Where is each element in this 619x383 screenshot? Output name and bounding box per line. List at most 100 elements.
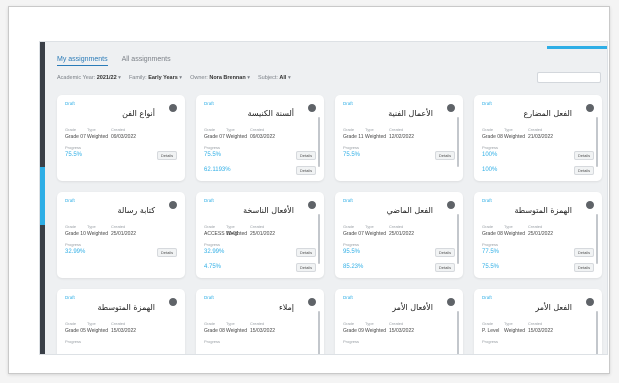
card-type: Weighted (87, 134, 109, 140)
assignment-card[interactable]: Draft كتابة رسالة Grade Type Created Grade 10… (57, 192, 185, 278)
filter-family[interactable]: Family: Early Years ▾ (129, 75, 182, 81)
card-title[interactable]: الهمزة المتوسطة (97, 303, 155, 312)
assignment-card[interactable]: Draft الأفعال الناسخة Grade Type Created ACCE… (196, 192, 324, 278)
card-details-button[interactable]: Details (157, 248, 177, 257)
card-title[interactable]: ألسنة الكنيسة (248, 109, 294, 118)
filter-academic-year[interactable]: Academic Year: 2021/22 ▾ (57, 75, 121, 81)
card-title[interactable]: الفعل المضارع (524, 109, 572, 118)
meta-header: Type (226, 127, 235, 132)
card-details-button[interactable]: Details (296, 248, 316, 257)
assignment-card[interactable]: Draft الفعل المضارع Grade Type Created Grade … (474, 95, 602, 181)
card-scrollbar[interactable] (596, 214, 598, 264)
filter-subject[interactable]: Subject: All ▾ (258, 75, 291, 81)
assignment-card[interactable]: Draft الهمزة المتوسطة Grade Type Created Grad… (474, 192, 602, 278)
card-scrollbar[interactable] (457, 117, 459, 167)
card-title[interactable]: الفعل الماضي (387, 206, 433, 215)
card-details-button[interactable]: Details (574, 166, 594, 175)
card-created: 25/01/2022 (389, 231, 415, 237)
card-menu-icon[interactable] (308, 104, 316, 112)
card-submitted: 4.75% (204, 264, 222, 270)
tab-all-assignments[interactable]: All assignments (122, 56, 171, 66)
card-title[interactable]: الأفعال الناسخة (243, 206, 294, 215)
card-progress: 100% (482, 152, 498, 158)
card-progress: 77.5% (482, 249, 500, 255)
card-details-button[interactable]: Details (574, 263, 594, 272)
meta-header: Type (87, 127, 96, 132)
card-title[interactable]: الأفعال الأمر (392, 303, 433, 312)
card-details-button[interactable]: Details (574, 248, 594, 257)
card-scrollbar[interactable] (318, 117, 320, 167)
assignment-card[interactable]: Draft الفعل الأمر Grade Type Created P. Level… (474, 289, 602, 354)
card-details-button[interactable]: Details (574, 151, 594, 160)
meta-header: Type (226, 321, 235, 326)
card-submitted: 85.23% (343, 264, 364, 270)
card-menu-icon[interactable] (586, 201, 594, 209)
card-status: Draft (343, 101, 353, 106)
card-menu-icon[interactable] (447, 104, 455, 112)
meta-header: Created (389, 224, 404, 229)
progress-label: Progress (204, 339, 221, 344)
meta-header: Type (365, 321, 374, 326)
card-title[interactable]: إملاء (279, 303, 294, 312)
card-scrollbar[interactable] (318, 214, 320, 264)
card-created: 12/02/2022 (389, 134, 415, 140)
assignment-card[interactable]: Draft الأعمال الفنية Grade Type Created Grade… (335, 95, 463, 181)
card-scrollbar[interactable] (457, 311, 459, 354)
card-title[interactable]: الهمزة المتوسطة (514, 206, 572, 215)
card-details-button[interactable]: Details (296, 151, 316, 160)
card-details-button[interactable]: Details (296, 263, 316, 272)
meta-header: Created (389, 127, 404, 132)
card-details-button[interactable]: Details (296, 166, 316, 175)
search-input[interactable] (537, 72, 601, 83)
card-grade: Grade 11 (343, 134, 364, 140)
meta-header: Grade (65, 127, 77, 132)
progress-label: Progress (65, 339, 82, 344)
assignment-card[interactable]: Draft الأفعال الأمر Grade Type Created Grade … (335, 289, 463, 354)
tab-my-assignments[interactable]: My assignments (57, 56, 108, 66)
card-menu-icon[interactable] (169, 298, 177, 306)
assignment-card[interactable]: Draft ألسنة الكنيسة Grade Type Created Grade … (196, 95, 324, 181)
card-status: Draft (204, 295, 214, 300)
card-menu-icon[interactable] (586, 298, 594, 306)
card-created: 15/03/2022 (528, 328, 554, 334)
card-created: 21/03/2022 (528, 134, 554, 140)
meta-header: Type (365, 224, 374, 229)
meta-header: Grade (482, 321, 494, 326)
card-title[interactable]: الأعمال الفنية (388, 109, 433, 118)
card-menu-icon[interactable] (308, 298, 316, 306)
assignment-card[interactable]: Draft إملاء Grade Type Created Grade 08 Weight… (196, 289, 324, 354)
card-title[interactable]: كتابة رسالة (118, 206, 155, 215)
card-scrollbar[interactable] (457, 214, 459, 264)
card-details-button[interactable]: Details (435, 263, 455, 272)
card-details-button[interactable]: Details (435, 248, 455, 257)
meta-header: Created (389, 321, 404, 326)
card-menu-icon[interactable] (447, 298, 455, 306)
card-menu-icon[interactable] (586, 104, 594, 112)
card-details-button[interactable]: Details (435, 151, 455, 160)
card-scrollbar[interactable] (596, 117, 598, 167)
meta-header: Grade (343, 321, 355, 326)
card-menu-icon[interactable] (169, 104, 177, 112)
card-scrollbar[interactable] (596, 311, 598, 354)
card-menu-icon[interactable] (308, 201, 316, 209)
progress-label: Progress (343, 339, 360, 344)
card-title[interactable]: أنواع الفن (122, 109, 155, 118)
card-scrollbar[interactable] (318, 311, 320, 354)
assignment-card[interactable]: Draft أنواع الفن Grade Type Created Grade 07 W… (57, 95, 185, 181)
card-menu-icon[interactable] (169, 201, 177, 209)
meta-header: Created (111, 321, 126, 326)
assignment-card[interactable]: Draft الهمزة المتوسطة Grade Type Created Grad… (57, 289, 185, 354)
card-details-button[interactable]: Details (157, 151, 177, 160)
meta-header: Type (365, 127, 374, 132)
card-grade: Grade 08 (482, 134, 503, 140)
card-title[interactable]: الفعل الأمر (535, 303, 572, 312)
meta-header: Type (87, 321, 96, 326)
card-status: Draft (65, 198, 75, 203)
filter-owner[interactable]: Owner: Nora Brennan ▾ (190, 75, 250, 81)
meta-header: Type (504, 321, 513, 326)
card-menu-icon[interactable] (447, 201, 455, 209)
meta-header: Created (111, 127, 126, 132)
card-type: Weighted (365, 231, 387, 237)
assignment-card[interactable]: Draft الفعل الماضي Grade Type Created Grade 0… (335, 192, 463, 278)
meta-header: Type (504, 127, 513, 132)
